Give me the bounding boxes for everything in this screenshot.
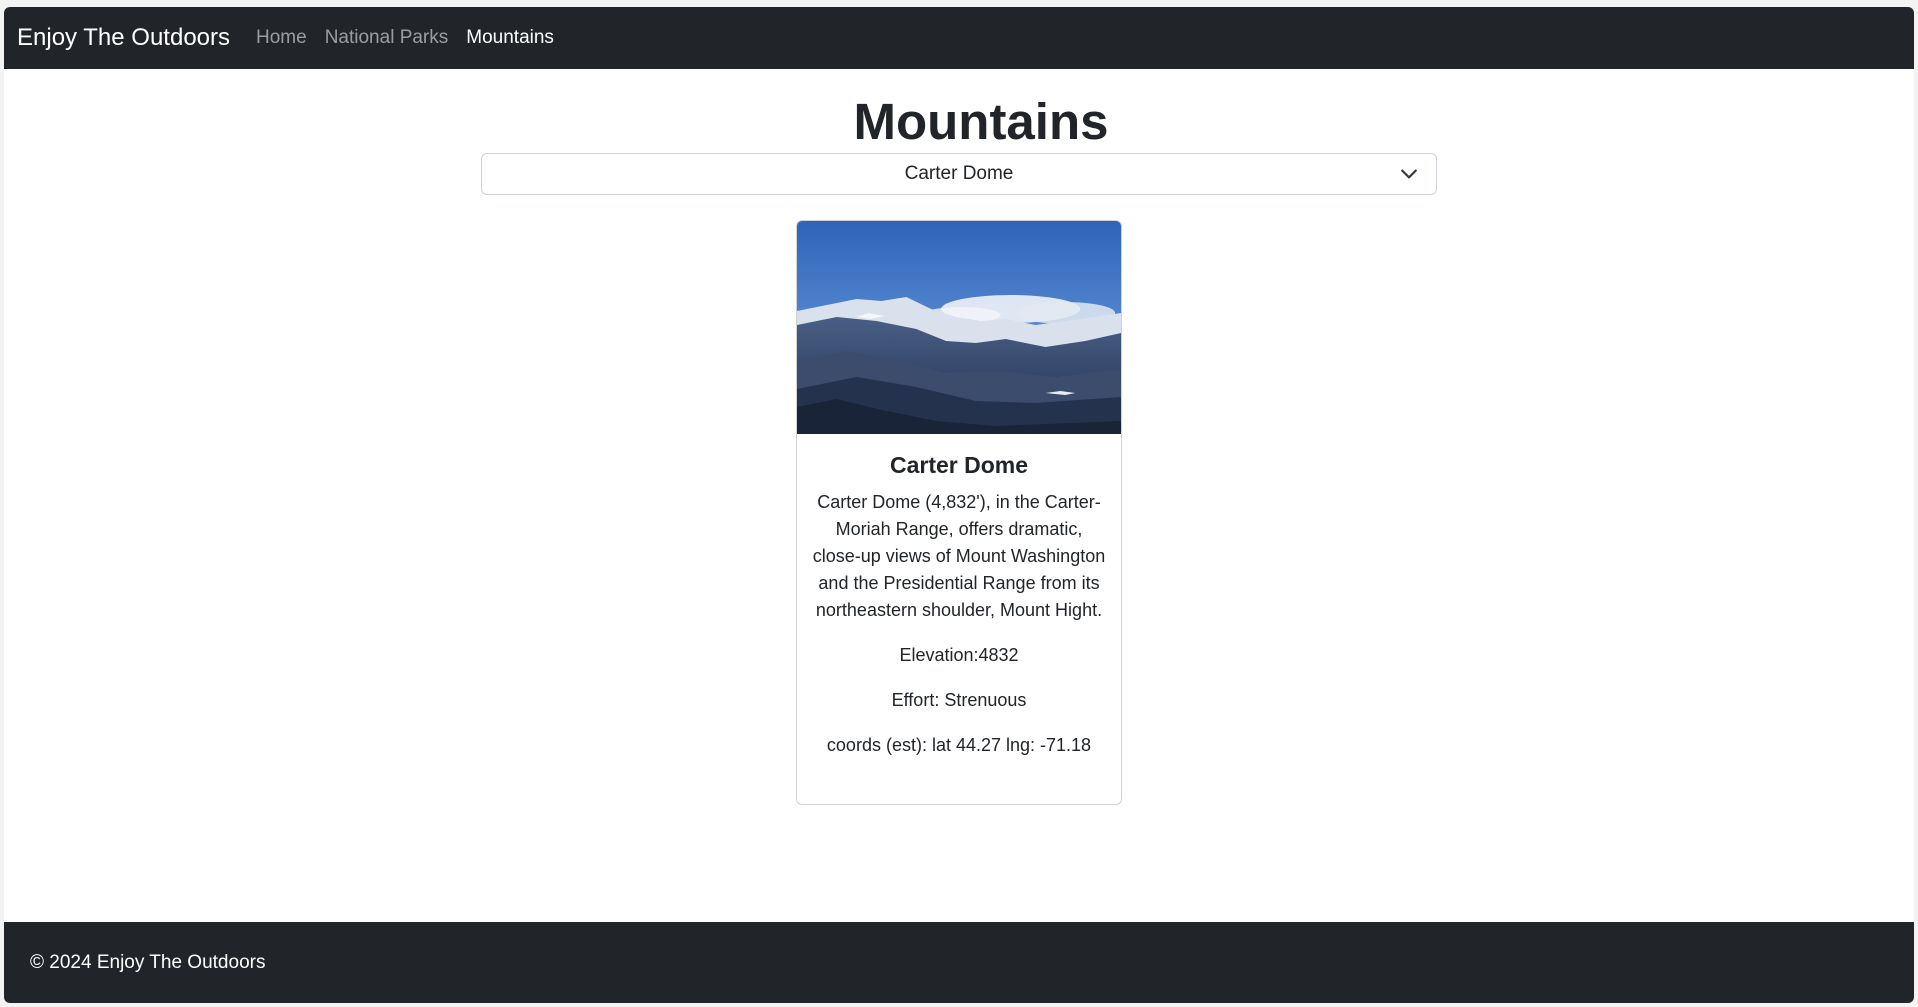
card-title: Carter Dome [889, 452, 1029, 478]
nav-link-national-parks[interactable]: National Parks [325, 27, 449, 49]
card-body: Carter Dome Carter Dome (4,832'), in the… [797, 434, 1121, 759]
page-footer: © 2024 Enjoy The Outdoors [4, 922, 1914, 1003]
page-title: Mountains [853, 93, 1109, 150]
card-description: Carter Dome (4,832'), in the Carter-Mori… [812, 492, 1106, 620]
footer-copyright: © 2024 Enjoy The Outdoors [30, 951, 266, 973]
browser-page: Enjoy The Outdoors Home National Parks M… [4, 7, 1914, 1003]
chevron-down-icon [1401, 169, 1417, 179]
mountain-card: Carter Dome Carter Dome (4,832'), in the… [796, 220, 1122, 805]
top-navbar: Enjoy The Outdoors Home National Parks M… [4, 7, 1914, 69]
mountain-select[interactable]: Carter Dome [481, 153, 1437, 195]
card-effort: Effort: Strenuous [891, 690, 1027, 710]
nav-link-home[interactable]: Home [256, 27, 307, 49]
navbar-brand[interactable]: Enjoy The Outdoors [17, 24, 230, 52]
main-content: Mountains Carter Dome Carter Dome Carter… [4, 69, 1914, 929]
mountain-select-value: Carter Dome [904, 163, 1014, 184]
card-elevation: Elevation:4832 [899, 645, 1019, 665]
nav-link-mountains[interactable]: Mountains [466, 27, 554, 49]
card-coords: coords (est): lat 44.27 lng: -71.18 [826, 735, 1092, 755]
mountain-photo [797, 221, 1121, 434]
